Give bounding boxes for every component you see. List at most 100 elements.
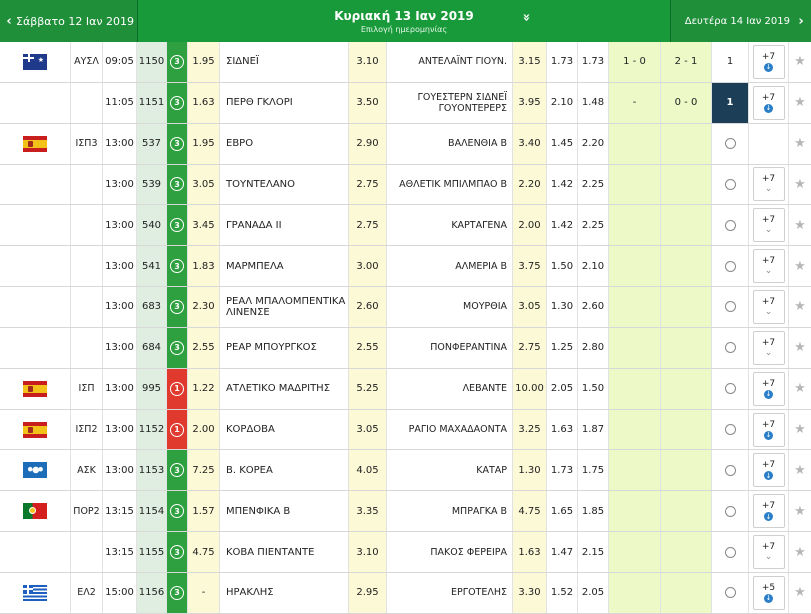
odds-over[interactable]: 2.25 xyxy=(578,205,609,246)
next-day-button[interactable]: Δευτέρα 14 Ιαν 2019 › xyxy=(670,0,811,42)
odds-over[interactable]: 1.48 xyxy=(578,82,609,123)
odds-away[interactable]: 3.40 xyxy=(513,123,547,164)
match-row[interactable]: ΑΥΣΛ09:0511503 1.95ΣΙΔΝΕΪ3.10ΑΝΤΕΛΑΪΝΤ ΓΙ… xyxy=(0,42,811,83)
odds-away[interactable]: 3.75 xyxy=(513,246,547,287)
live-indicator[interactable]: 1 xyxy=(712,42,749,82)
odds-home[interactable]: 3.05 xyxy=(188,164,220,205)
odds-under[interactable]: 1.25 xyxy=(547,327,578,368)
odds-under[interactable]: 2.10 xyxy=(547,82,578,123)
current-day-selector[interactable]: Κυριακή 13 Ιαν 2019 Επιλογή ημερομηνίας … xyxy=(138,0,670,42)
odds-under[interactable]: 1.42 xyxy=(547,164,578,205)
favorite-star-icon[interactable]: ★ xyxy=(789,369,811,409)
odds-draw[interactable]: 5.25 xyxy=(349,368,387,409)
odds-under[interactable]: 1.30 xyxy=(547,287,578,327)
match-row[interactable]: ΑΣΚ 13:00 1153 3 7.25 Β. ΚΟΡΕΑ 4.05 ΚΑΤΑΡ 1.30 1.… xyxy=(0,450,811,492)
favorite-star-icon[interactable]: ★ xyxy=(789,410,811,450)
more-markets-button[interactable]: +7 ⌄ xyxy=(752,330,785,365)
odds-draw[interactable]: 2.75 xyxy=(349,205,387,246)
odds-home[interactable]: 7.25 xyxy=(188,450,220,491)
odds-draw[interactable]: 2.75 xyxy=(349,164,387,205)
more-markets-button[interactable]: +5 ↓ xyxy=(752,575,785,610)
favorite-star-icon[interactable]: ★ xyxy=(789,83,811,123)
odds-under[interactable]: 1.73 xyxy=(547,42,578,82)
more-markets-button[interactable]: +7 ↓ xyxy=(752,494,785,529)
more-markets-button[interactable]: +7 ⌄ xyxy=(752,208,785,243)
odds-home[interactable]: 1.83 xyxy=(188,246,220,287)
favorite-star-icon[interactable]: ★ xyxy=(789,246,811,286)
odds-draw[interactable]: 2.55 xyxy=(349,327,387,368)
odds-draw[interactable]: 3.05 xyxy=(349,409,387,450)
odds-home[interactable]: 1.57 xyxy=(188,491,220,532)
odds-away[interactable]: 3.95 xyxy=(513,82,547,123)
odds-over[interactable]: 1.85 xyxy=(578,491,609,532)
odds-under[interactable]: 1.63 xyxy=(547,409,578,450)
match-row[interactable]: 13:00 539 3 3.05 ΤΟΥΝΤΕΛΑΝΟ 2.75 ΑΘΛΕΤΙΚ ΜΠΙΛΜ… xyxy=(0,164,811,206)
odds-over[interactable]: 1.75 xyxy=(578,450,609,491)
prev-day-button[interactable]: ‹ Σάββατο 12 Ιαν 2019 xyxy=(0,0,138,42)
odds-draw[interactable]: 3.10 xyxy=(349,42,387,82)
odds-over[interactable]: 1.73 xyxy=(578,42,609,82)
more-markets-button[interactable]: +7 ↓ xyxy=(752,371,785,406)
match-row[interactable]: ΙΣΠ2 13:00 1152 1 2.00 ΚΟΡΔΟΒΑ 3.05 ΡΑΓΙΟ ΜΑΧΑΔ… xyxy=(0,409,811,451)
odds-under[interactable]: 1.42 xyxy=(547,205,578,246)
match-row[interactable]: 13:00 541 3 1.83 ΜΑΡΜΠΕΛΑ 3.00 ΑΛΜΕΡΙΑ Β 3.75 1.… xyxy=(0,246,811,288)
favorite-star-icon[interactable]: ★ xyxy=(789,205,811,245)
favorite-star-icon[interactable]: ★ xyxy=(789,165,811,205)
odds-draw[interactable]: 3.50 xyxy=(349,82,387,123)
odds-over[interactable]: 2.10 xyxy=(578,246,609,287)
match-row[interactable]: 13:00 684 3 2.55 ΡΕΑΡ ΜΠΟΥΡΓΚΟΣ 2.55 ΠΟΝΦΕΡΑΝΤ… xyxy=(0,327,811,369)
odds-away[interactable]: 2.20 xyxy=(513,164,547,205)
odds-away[interactable]: 10.00 xyxy=(513,368,547,409)
odds-draw[interactable]: 4.05 xyxy=(349,450,387,491)
match-row[interactable]: ΕΛ2 15:00 1156 3- ΗΡΑΚΛΗΣ 2.95 ΕΡΓΟΤΕΛΗΣ 3.30 1.… xyxy=(0,572,811,614)
odds-away[interactable]: 3.30 xyxy=(513,572,547,613)
odds-over[interactable]: 2.05 xyxy=(578,572,609,613)
more-markets-button[interactable]: +7 ⌄ xyxy=(752,289,785,324)
odds-away[interactable]: 3.05 xyxy=(513,287,547,327)
odds-home[interactable]: 4.75 xyxy=(188,532,220,572)
more-markets-button[interactable]: +7 ↓ xyxy=(752,412,785,447)
favorite-star-icon[interactable]: ★ xyxy=(789,124,811,164)
favorite-star-icon[interactable]: ★ xyxy=(789,328,811,368)
odds-over[interactable]: 2.15 xyxy=(578,532,609,572)
match-row[interactable]: 11:05 1151 3 1.63 ΠΕΡΘ ΓΚΛΟΡΙ 3.50 ΓΟΥΕΣΤΕΡΝ Σ… xyxy=(0,82,811,124)
odds-home[interactable]: 1.63 xyxy=(188,82,220,123)
odds-over[interactable]: 2.20 xyxy=(578,123,609,164)
odds-away[interactable]: 1.63 xyxy=(513,532,547,572)
odds-under[interactable]: 1.47 xyxy=(547,532,578,572)
odds-home[interactable]: 2.55 xyxy=(188,327,220,368)
match-row[interactable]: ΙΣΠ 13:00 995 1 1.22 ΑΤΛΕΤΙΚΟ ΜΑΔΡΙΤΗΣ 5.25 ΛΕΒ… xyxy=(0,368,811,410)
odds-draw[interactable]: 3.10 xyxy=(349,532,387,572)
odds-home[interactable]: 1.22 xyxy=(188,368,220,409)
favorite-star-icon[interactable]: ★ xyxy=(789,42,811,82)
match-row[interactable]: ΠΟΡ2 13:15 1154 3 1.57 ΜΠΕΝΦΙΚΑ Β 3.35 ΜΠΡΑΓΚΑ … xyxy=(0,491,811,533)
more-markets-button[interactable]: +7 ↓ xyxy=(752,85,785,120)
odds-under[interactable]: 1.65 xyxy=(547,491,578,532)
favorite-star-icon[interactable]: ★ xyxy=(789,491,811,531)
odds-away[interactable]: 2.75 xyxy=(513,327,547,368)
more-markets-button[interactable]: +7 ⌄ xyxy=(752,249,785,284)
odds-under[interactable]: 1.52 xyxy=(547,572,578,613)
more-markets-button[interactable]: +7 ↓ xyxy=(752,44,785,79)
more-markets-button[interactable]: +7 ↓ xyxy=(752,453,785,488)
odds-home[interactable]: 3.45 xyxy=(188,205,220,246)
more-markets-button[interactable]: +7 ⌄ xyxy=(752,167,785,202)
odds-over[interactable]: 2.80 xyxy=(578,327,609,368)
odds-draw[interactable]: 2.95 xyxy=(349,572,387,613)
match-row[interactable]: 13:00 540 3 3.45 ΓΡΑΝΑΔΑ ΙΙ 2.75 ΚΑΡΤΑΓΕΝΑ 2.00… xyxy=(0,205,811,247)
favorite-star-icon[interactable]: ★ xyxy=(789,573,811,613)
more-markets-button[interactable]: +7 ⌄ xyxy=(752,535,785,570)
odds-under[interactable]: 1.73 xyxy=(547,450,578,491)
odds-under[interactable]: 1.50 xyxy=(547,246,578,287)
odds-under[interactable]: 1.45 xyxy=(547,123,578,164)
odds-draw[interactable]: 3.00 xyxy=(349,246,387,287)
odds-home[interactable]: 1.95 xyxy=(188,123,220,164)
odds-away[interactable]: 3.25 xyxy=(513,409,547,450)
favorite-star-icon[interactable]: ★ xyxy=(789,450,811,490)
odds-under[interactable]: 2.05 xyxy=(547,368,578,409)
odds-away[interactable]: 2.00 xyxy=(513,205,547,246)
odds-over[interactable]: 1.50 xyxy=(578,368,609,409)
odds-away[interactable]: 1.30 xyxy=(513,450,547,491)
favorite-star-icon[interactable]: ★ xyxy=(789,287,811,327)
match-row[interactable]: 13:15 1155 3 4.75 ΚΟΒΑ ΠΙΕΝΤΑΝΤΕ 3.10 ΠΑΚΟΣ ΦΕ… xyxy=(0,532,811,573)
